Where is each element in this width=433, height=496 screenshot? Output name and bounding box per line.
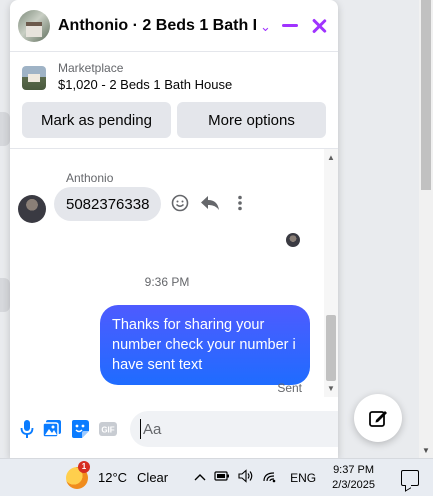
conversation-avatar[interactable]: [18, 9, 50, 42]
listing-thumbnail[interactable]: [22, 66, 46, 90]
sent-status: Sent: [277, 381, 302, 395]
new-message-button[interactable]: [354, 394, 402, 442]
photo-icon[interactable]: [42, 417, 62, 441]
reply-icon[interactable]: [200, 193, 220, 213]
volume-icon[interactable]: [238, 469, 254, 486]
mark-as-pending-button[interactable]: Mark as pending: [22, 102, 171, 138]
taskbar: 1 12°C Clear ENG 9:37 PM 2/3/2025: [0, 458, 433, 496]
message-input[interactable]: [140, 419, 338, 439]
chat-window: Anthonio · 2 Beds 1 Bath H... ⌄ Marketpl…: [10, 0, 338, 458]
minimize-button[interactable]: [282, 18, 298, 33]
svg-text:GIF: GIF: [101, 426, 114, 435]
microphone-icon[interactable]: [20, 417, 34, 441]
more-options-button[interactable]: More options: [177, 102, 326, 138]
chat-header[interactable]: Anthonio · 2 Beds 1 Bath H... ⌄: [10, 0, 338, 52]
language-indicator[interactable]: ENG: [290, 471, 316, 485]
clock-time: 9:37 PM: [333, 463, 375, 476]
sender-name: Anthonio: [66, 171, 114, 185]
message-timestamp: 9:36 PM: [144, 275, 190, 289]
battery-icon[interactable]: [214, 470, 230, 485]
close-icon[interactable]: [310, 17, 328, 35]
sender-avatar[interactable]: [18, 195, 46, 223]
background-tab: [0, 278, 10, 312]
compose-icon: [368, 408, 388, 428]
weather-badge: 1: [78, 460, 90, 473]
page-scrollbar-thumb[interactable]: [421, 0, 431, 190]
gif-icon[interactable]: GIF: [98, 417, 118, 441]
listing-info[interactable]: Marketplace $1,020 - 2 Beds 1 Bath House: [10, 52, 338, 94]
clock-date: 2/3/2025: [332, 478, 375, 491]
composer: GIF: [10, 400, 338, 458]
message-actions: [170, 193, 250, 213]
message-scrollbar[interactable]: ▲ ▼: [324, 149, 338, 397]
message-input-wrapper[interactable]: [130, 411, 338, 447]
weather-condition: Clear: [137, 470, 169, 485]
scroll-down-arrow-icon[interactable]: ▼: [327, 384, 335, 393]
scroll-down-arrow-icon[interactable]: ▼: [421, 446, 431, 456]
weather-temperature: 12°C: [98, 470, 128, 485]
system-tray: ENG: [194, 469, 316, 486]
system-clock[interactable]: 9:37 PM 2/3/2025: [332, 463, 375, 493]
background-tab: [0, 112, 10, 146]
minimize-icon: [282, 24, 298, 27]
show-hidden-icons-icon[interactable]: [194, 471, 206, 485]
incoming-message[interactable]: 5082376338: [54, 187, 162, 221]
weather-widget[interactable]: 1 12°C Clear: [66, 460, 169, 489]
chevron-down-icon[interactable]: ⌄: [260, 19, 271, 35]
scroll-up-arrow-icon[interactable]: ▲: [327, 153, 335, 162]
more-vertical-icon[interactable]: [230, 193, 250, 213]
sticker-icon[interactable]: [70, 417, 90, 441]
listing-source: Marketplace: [58, 61, 124, 75]
message-scrollbar-thumb[interactable]: [326, 315, 336, 381]
listing-price-title[interactable]: $1,020 - 2 Beds 1 Bath House: [58, 76, 232, 94]
message-list: Anthonio 5082376338 9:36 PM Thanks for s…: [10, 149, 338, 397]
wifi-icon[interactable]: [262, 469, 278, 486]
react-emoji-icon[interactable]: [170, 193, 190, 213]
read-receipt-avatar: [286, 233, 300, 247]
listing-actions: Mark as pending More options: [10, 94, 338, 149]
notification-center-icon[interactable]: [400, 469, 419, 486]
outgoing-message[interactable]: Thanks for sharing your number check you…: [100, 305, 310, 385]
conversation-title[interactable]: Anthonio · 2 Beds 1 Bath H...: [58, 17, 256, 35]
page-scrollbar[interactable]: ▼: [419, 0, 433, 458]
